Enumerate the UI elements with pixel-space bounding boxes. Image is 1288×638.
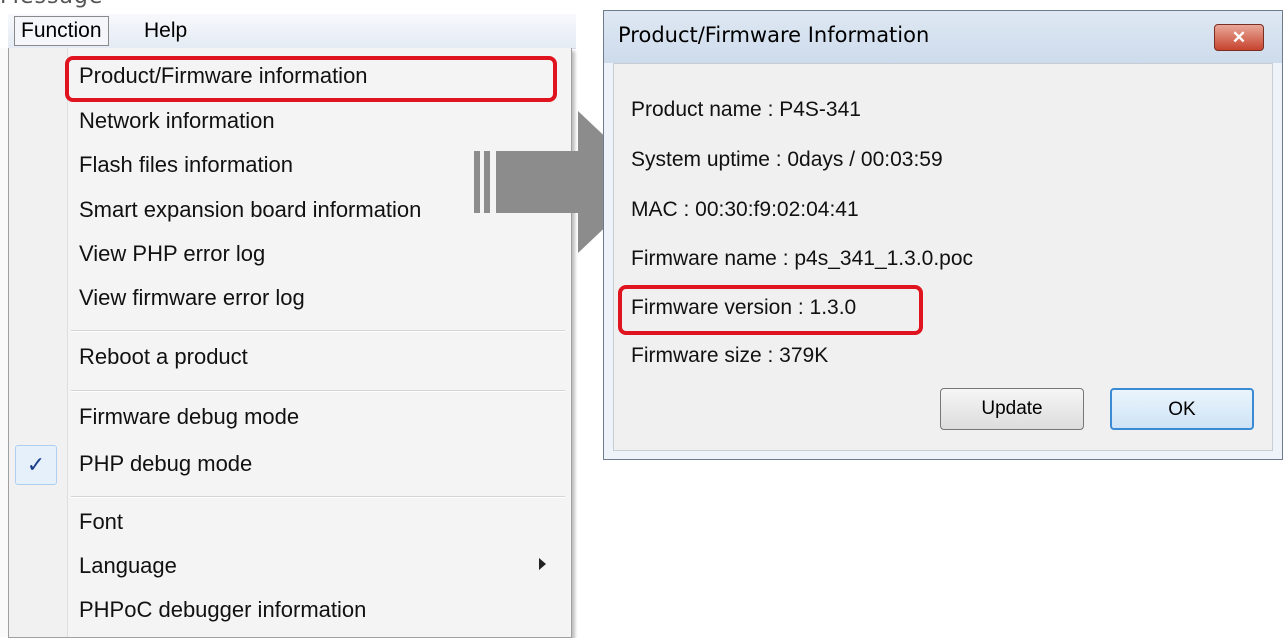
firmware-size-text: Firmware size : 379K bbox=[631, 344, 829, 367]
background-window-fragment: Message bbox=[0, 0, 103, 9]
highlight-box-menu-item bbox=[65, 56, 557, 102]
menu-item-language[interactable]: Language bbox=[79, 551, 177, 581]
menu-item-font[interactable]: Font bbox=[79, 507, 123, 537]
menu-item-flash-files-information[interactable]: Flash files information bbox=[79, 150, 293, 180]
menu-item-view-php-error-log[interactable]: View PHP error log bbox=[79, 239, 265, 269]
dialog-title: Product/Firmware Information bbox=[618, 23, 930, 47]
product-firmware-information-dialog: Product/Firmware Information ✕ Product n… bbox=[603, 10, 1283, 460]
dialog-titlebar: Product/Firmware Information ✕ bbox=[604, 11, 1282, 63]
close-icon[interactable]: ✕ bbox=[1214, 24, 1264, 51]
menu-bar: Function Help bbox=[8, 14, 576, 49]
system-uptime-text: System uptime : 0days / 00:03:59 bbox=[631, 148, 943, 171]
menu-separator bbox=[71, 330, 565, 332]
menu-item-view-firmware-error-log[interactable]: View firmware error log bbox=[79, 283, 305, 313]
mac-address-text: MAC : 00:30:f9:02:04:41 bbox=[631, 198, 859, 221]
menu-item-firmware-debug-mode[interactable]: Firmware debug mode bbox=[79, 402, 299, 432]
highlight-box-firmware-version bbox=[618, 285, 923, 335]
dialog-body: Product name : P4S-341 System uptime : 0… bbox=[613, 63, 1273, 451]
menu-help[interactable]: Help bbox=[138, 17, 193, 45]
product-name-text: Product name : P4S-341 bbox=[631, 98, 861, 121]
menu-separator bbox=[71, 390, 565, 392]
menu-item-smart-expansion-board-information[interactable]: Smart expansion board information bbox=[79, 195, 421, 225]
menu-function[interactable]: Function bbox=[14, 16, 109, 46]
menu-item-phpoc-debugger-information[interactable]: PHPoC debugger information bbox=[79, 595, 366, 625]
ok-button[interactable]: OK bbox=[1110, 388, 1254, 430]
firmware-name-text: Firmware name : p4s_341_1.3.0.poc bbox=[631, 247, 974, 270]
submenu-arrow-icon bbox=[539, 558, 546, 570]
menu-separator bbox=[71, 496, 565, 498]
update-button[interactable]: Update bbox=[940, 388, 1084, 430]
menu-item-reboot-a-product[interactable]: Reboot a product bbox=[79, 342, 248, 372]
menu-icon-gutter bbox=[9, 48, 68, 637]
check-icon: ✓ bbox=[15, 445, 57, 485]
menu-item-network-information[interactable]: Network information bbox=[79, 106, 275, 136]
menu-item-php-debug-mode[interactable]: PHP debug mode bbox=[79, 449, 252, 479]
background-window-edge bbox=[0, 48, 8, 637]
